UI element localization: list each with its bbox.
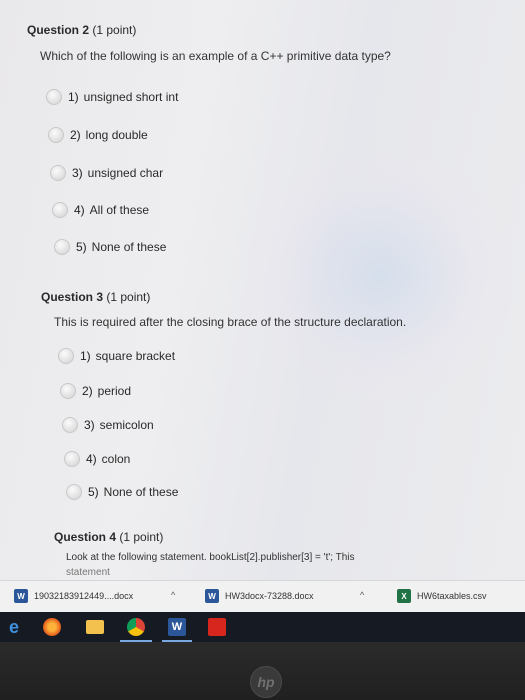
radio-button[interactable] <box>60 383 76 399</box>
radio-button[interactable] <box>54 239 70 255</box>
q3-option-4[interactable]: 4) colon <box>64 449 130 469</box>
q2-option-2[interactable]: 2) long double <box>48 125 148 145</box>
q2-option-5[interactable]: 5) None of these <box>54 237 166 257</box>
radio-button[interactable] <box>48 127 64 143</box>
download-item-1[interactable]: W 19032183912449....docx <box>14 589 133 603</box>
radio-button[interactable] <box>66 484 82 500</box>
radio-button[interactable] <box>64 451 80 467</box>
chrome-icon[interactable] <box>127 618 145 636</box>
chevron-up-icon[interactable]: ^ <box>171 590 175 600</box>
radio-button[interactable] <box>50 165 66 181</box>
q3-option-1[interactable]: 1) square bracket <box>58 346 175 366</box>
browser-page: Question 2 (1 point) Which of the follow… <box>0 0 525 580</box>
question-2-title: Question 2 (1 point) <box>27 23 137 37</box>
hp-logo: hp <box>250 666 282 698</box>
radio-button[interactable] <box>62 417 78 433</box>
taskbar: e W <box>0 612 525 642</box>
word-file-icon: W <box>14 589 28 603</box>
word-icon[interactable]: W <box>168 618 186 636</box>
word-file-icon: W <box>205 589 219 603</box>
firefox-icon[interactable] <box>43 618 61 636</box>
q3-option-3[interactable]: 3) semicolon <box>62 415 154 435</box>
screen-glare <box>250 150 510 400</box>
q2-option-4[interactable]: 4) All of these <box>52 200 149 220</box>
question-4-text-continued: statement <box>66 567 110 578</box>
file-explorer-icon[interactable] <box>86 620 104 634</box>
download-bar: W 19032183912449....docx ^ W HW3docx-732… <box>0 580 525 612</box>
q3-option-2[interactable]: 2) period <box>60 381 131 401</box>
excel-file-icon: X <box>397 589 411 603</box>
question-4-title: Question 4 (1 point) <box>54 530 164 544</box>
q2-option-1[interactable]: 1) unsigned short int <box>46 87 178 107</box>
download-item-3[interactable]: X HW6taxables.csv <box>397 589 487 603</box>
download-item-2[interactable]: W HW3docx-73288.docx <box>205 589 314 603</box>
radio-button[interactable] <box>46 89 62 105</box>
question-3-text: This is required after the closing brace… <box>54 315 407 329</box>
radio-button[interactable] <box>52 202 68 218</box>
q3-option-5[interactable]: 5) None of these <box>66 482 178 502</box>
question-2-text: Which of the following is an example of … <box>40 49 391 63</box>
chevron-up-icon[interactable]: ^ <box>360 590 364 600</box>
radio-button[interactable] <box>58 348 74 364</box>
question-4-text: Look at the following statement. bookLis… <box>66 552 355 563</box>
q2-option-3[interactable]: 3) unsigned char <box>50 163 163 183</box>
edge-icon[interactable]: e <box>5 617 23 637</box>
acrobat-icon[interactable] <box>208 618 226 636</box>
question-3-title: Question 3 (1 point) <box>41 290 151 304</box>
